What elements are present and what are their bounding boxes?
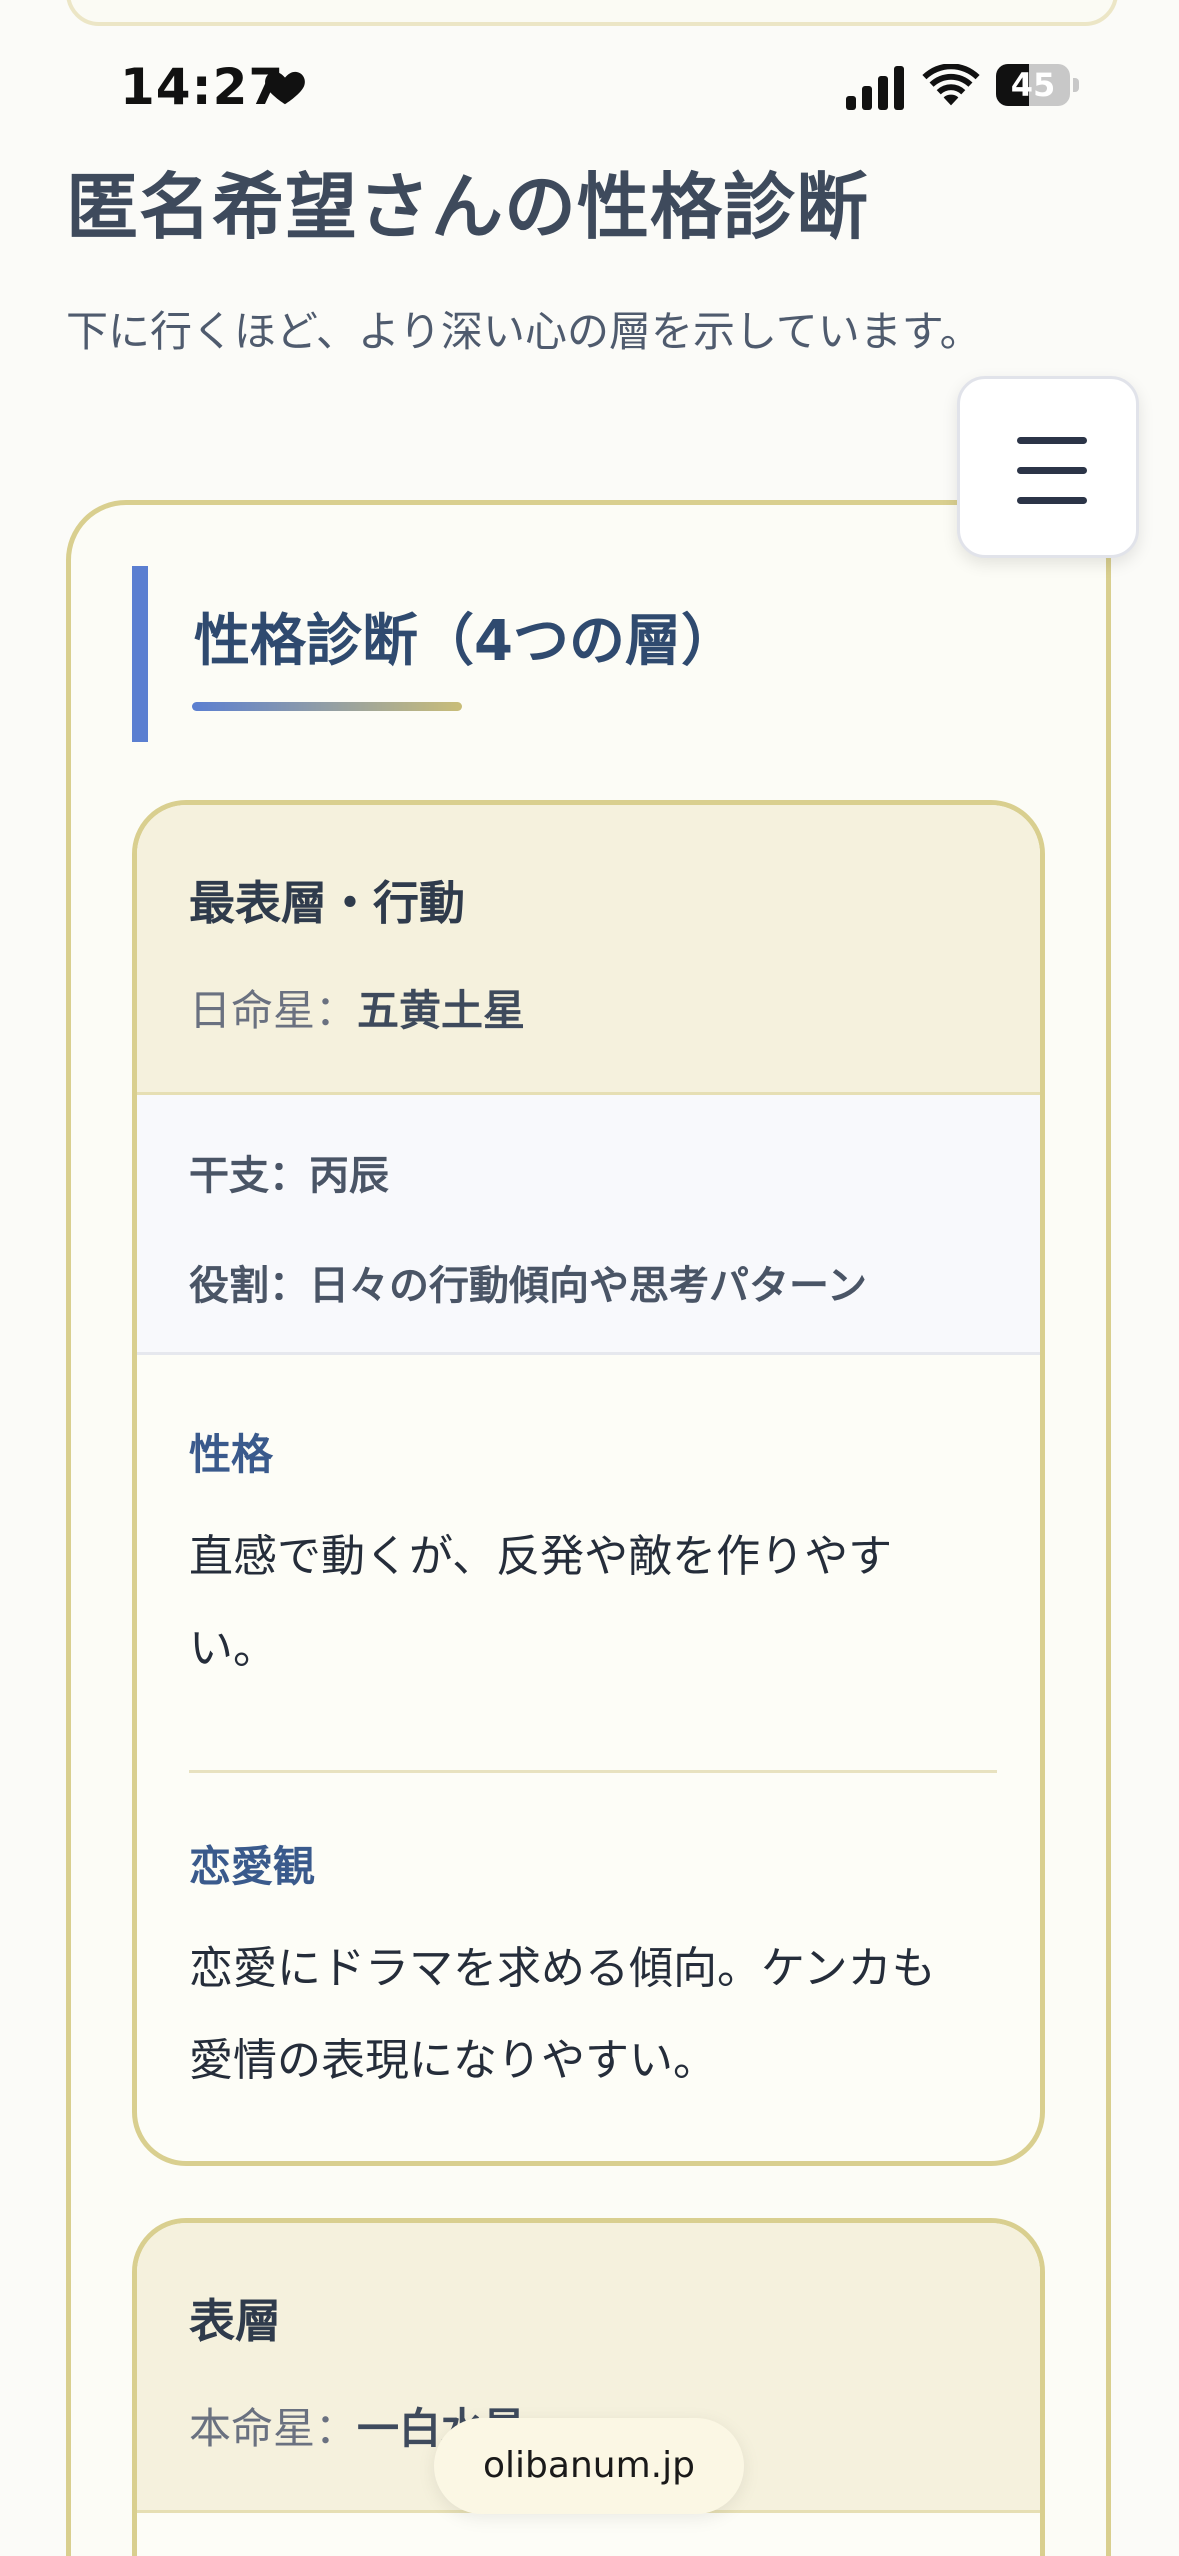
menu-button[interactable] bbox=[957, 376, 1139, 558]
wifi-icon bbox=[922, 64, 980, 106]
love-label: 恋愛観 bbox=[189, 1842, 316, 1891]
heart-icon bbox=[265, 71, 305, 105]
layer-name: 表層 bbox=[189, 2294, 281, 2348]
section-title-underline bbox=[192, 702, 462, 711]
section-accent-bar bbox=[132, 566, 148, 742]
layer-eto: 干支：丙辰 bbox=[189, 1153, 389, 1199]
layer-star-label: 日命星： bbox=[189, 986, 358, 1035]
layer-card: 最表層・行動 日命星：五黄土星 干支：丙辰 役割：日々の行動傾向や思考パターン … bbox=[132, 800, 1045, 2166]
status-time: 14:27 bbox=[120, 58, 285, 116]
page: 14:27 45 匿名希望さんの性格診断 下に行くほど、より深い心の層を示してい… bbox=[0, 0, 1179, 2556]
status-bar: 14:27 45 bbox=[0, 52, 1179, 122]
layer-star-value: 五黄土星 bbox=[357, 986, 526, 1035]
page-title: 匿名希望さんの性格診断 bbox=[66, 165, 870, 249]
layer-star: 日命星：五黄土星 bbox=[189, 977, 525, 1038]
layer-card-header: 最表層・行動 日命星：五黄土星 bbox=[137, 805, 1040, 1095]
personality-label: 性格 bbox=[189, 1430, 274, 1479]
page-subtitle: 下に行くほど、より深い心の層を示しています。 bbox=[66, 307, 982, 356]
section-title: 性格診断（4つの層） bbox=[194, 609, 737, 674]
love-text: 恋愛にドラマを求める傾向。ケンカも愛情の表現になりやすい。 bbox=[189, 1943, 936, 2086]
battery-icon: 45 bbox=[996, 64, 1080, 110]
url-bar[interactable]: olibanum.jp bbox=[434, 2418, 744, 2514]
layer-name: 最表層・行動 bbox=[189, 876, 465, 930]
topic-divider bbox=[189, 1770, 997, 1773]
cellular-signal-icon bbox=[846, 66, 904, 110]
hamburger-menu-icon bbox=[1017, 437, 1087, 444]
battery-level: 45 bbox=[1010, 66, 1056, 104]
layer-meta: 干支：丙辰 役割：日々の行動傾向や思考パターン bbox=[137, 1095, 1040, 1355]
personality-text: 直感で動くが、反発や敵を作りやすい。 bbox=[189, 1531, 893, 1674]
previous-card bbox=[66, 0, 1118, 26]
layer-star-label: 本命星： bbox=[189, 2404, 358, 2453]
layer-role: 役割：日々の行動傾向や思考パターン bbox=[189, 1263, 867, 1309]
